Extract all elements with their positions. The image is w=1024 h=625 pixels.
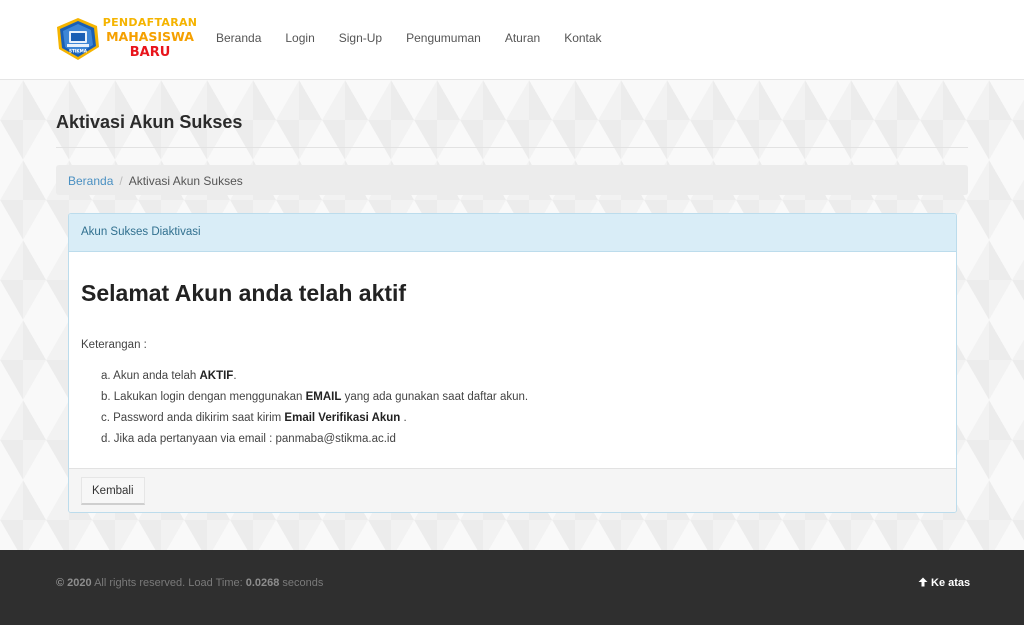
title-divider: [56, 147, 968, 148]
nav-item-pengumuman[interactable]: Pengumuman: [394, 30, 493, 46]
list-item-suffix: yang ada gunakan saat daftar akun.: [341, 391, 529, 403]
copyright-text: © 2020 All rights reserved. Load Time: 0…: [56, 577, 323, 589]
list-item: b. Lakukan login dengan menggunakan EMAI…: [101, 387, 528, 408]
list-item: c. Password anda dikirim saat kirim Emai…: [101, 408, 528, 429]
success-headline: Selamat Akun anda telah aktif: [81, 280, 407, 306]
copyright-body: All rights reserved. Load Time:: [91, 577, 246, 589]
logo-emblem-text: STIKMA: [69, 49, 88, 54]
page-title: Aktivasi Akun Sukses: [56, 112, 243, 132]
list-item-text: c. Password anda dikirim saat kirim: [101, 412, 285, 424]
load-time-value: 0.0268: [245, 577, 280, 589]
nav-item-signup[interactable]: Sign-Up: [327, 30, 394, 46]
logo-line-1: PENDAFTARAN: [102, 16, 198, 29]
breadcrumb-separator: /: [119, 174, 123, 188]
list-item: d. Jika ada pertanyaan via email : panma…: [101, 429, 528, 450]
copyright-year: © 2020: [56, 577, 92, 589]
logo-line-2: MAHASISWA: [106, 29, 194, 44]
panel-footer: Kembali: [69, 468, 956, 512]
logo-line-3: BARU: [129, 44, 171, 60]
keterangan-label: Keterangan :: [81, 339, 147, 351]
nav-item-beranda[interactable]: Beranda: [204, 30, 273, 46]
list-item-suffix: .: [233, 370, 237, 382]
site-footer: © 2020 All rights reserved. Load Time: 0…: [0, 550, 1024, 625]
back-button[interactable]: Kembali: [81, 477, 145, 505]
nav-item-aturan[interactable]: Aturan: [493, 30, 552, 46]
nav-item-login[interactable]: Login: [273, 30, 326, 46]
navbar: STIKMA PENDAFTARAN MAHASISWA BARU Berand…: [0, 0, 1024, 80]
panel-heading: Akun Sukses Diaktivasi: [69, 214, 956, 252]
list-item-suffix: .: [400, 412, 407, 424]
list-item: a. Akun anda telah AKTIF.: [101, 366, 528, 387]
breadcrumb-current: Aktivasi Akun Sukses: [128, 174, 243, 188]
logo-emblem-icon: STIKMA: [57, 18, 99, 60]
arrow-up-icon: [918, 577, 928, 587]
activation-panel: Akun Sukses Diaktivasi Selamat Akun anda…: [68, 213, 957, 513]
list-item-text: b. Lakukan login dengan menggunakan: [101, 391, 306, 403]
load-time-unit: seconds: [279, 577, 324, 589]
site-logo[interactable]: STIKMA PENDAFTARAN MAHASISWA BARU: [56, 15, 198, 65]
list-item-bold: EMAIL: [305, 391, 342, 403]
list-item-bold: Email Verifikasi Akun: [284, 412, 401, 424]
breadcrumb-home-link[interactable]: Beranda: [68, 174, 113, 188]
back-to-top-label: Ke atas: [931, 577, 971, 589]
list-item-text: d. Jika ada pertanyaan via email : panma…: [101, 433, 396, 445]
panel-body: Selamat Akun anda telah aktif Keterangan…: [69, 252, 956, 468]
nav-item-kontak[interactable]: Kontak: [552, 30, 613, 46]
logo-text: PENDAFTARAN MAHASISWA BARU: [102, 15, 198, 59]
back-to-top-link[interactable]: Ke atas: [918, 577, 970, 589]
info-list: a. Akun anda telah AKTIF. b. Lakukan log…: [101, 366, 528, 450]
breadcrumb: Beranda / Aktivasi Akun Sukses: [56, 165, 968, 195]
main-nav: Beranda Login Sign-Up Pengumuman Aturan …: [204, 30, 614, 46]
list-item-bold: AKTIF: [199, 370, 234, 382]
list-item-text: a. Akun anda telah: [101, 370, 200, 382]
